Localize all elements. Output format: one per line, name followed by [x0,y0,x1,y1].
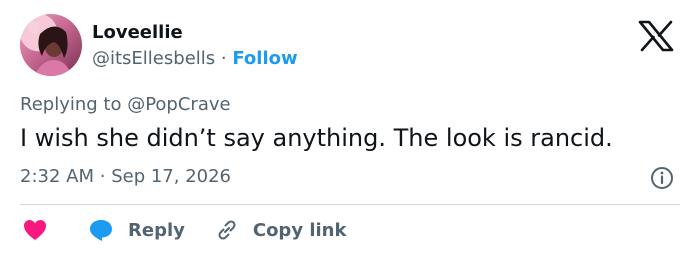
separator-dot: · [220,48,227,69]
x-logo-icon[interactable] [638,20,674,52]
tweet-text: I wish she didn’t say anything. The look… [20,124,613,152]
reply-context: Replying to @PopCrave [20,94,231,115]
action-bar: Reply Copy link [20,216,346,244]
reply-button[interactable]: Reply [88,218,185,242]
follow-button[interactable]: Follow [232,48,297,69]
tweet-time: 2:32 AM [20,166,94,187]
timestamp[interactable]: 2:32 AM · Sep 17, 2026 [20,166,231,187]
reply-prefix: Replying to [20,94,128,115]
divider [20,204,680,205]
tweet-date: Sep 17, 2026 [111,166,232,187]
handle-row: @itsEllesbells · Follow [92,48,298,69]
info-icon[interactable] [650,166,674,190]
user-handle[interactable]: @itsEllesbells [92,48,215,69]
reply-to-handle[interactable]: @PopCrave [127,94,230,115]
time-separator: · [99,166,106,187]
reply-label: Reply [128,219,185,241]
avatar[interactable] [20,14,82,76]
reply-bubble-icon [90,220,112,241]
like-button[interactable] [20,216,50,244]
heart-icon [24,220,46,240]
link-icon [218,220,236,240]
display-name[interactable]: Loveellie [92,22,183,43]
copy-link-label: Copy link [252,219,347,241]
copy-link-button[interactable]: Copy link [215,218,347,242]
